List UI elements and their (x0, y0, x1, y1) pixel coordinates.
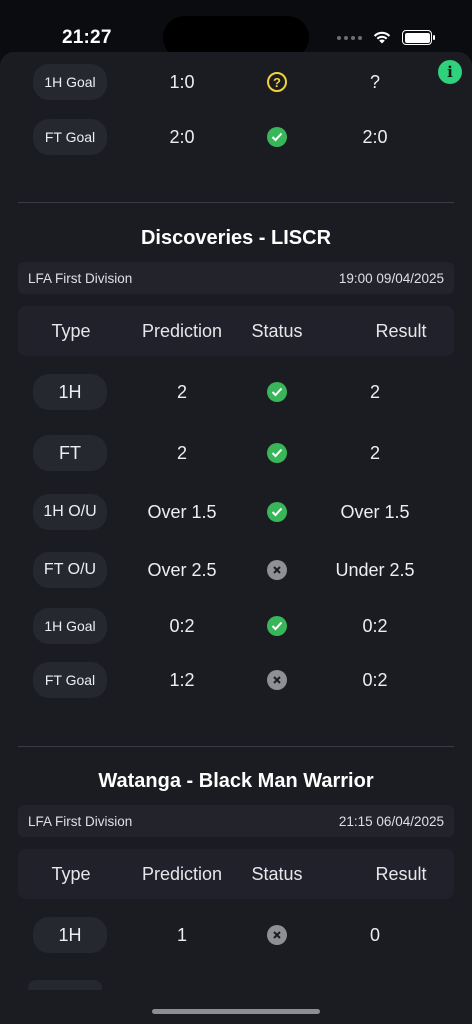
match-datetime: 21:15 06/04/2025 (338, 813, 444, 829)
prediction-value: 2 (176, 381, 187, 402)
prediction-row: FT Goal 1:2 0:2 (18, 655, 454, 705)
check-icon (267, 616, 287, 636)
result-value: Over 1.5 (340, 501, 410, 522)
type-pill: FT Goal (33, 119, 107, 155)
table-header: Type Prediction Status Result (18, 306, 454, 356)
result-value: 0 (369, 924, 380, 945)
prediction-value: 2 (176, 442, 187, 463)
prediction-row: 1H 2 2 (18, 367, 454, 417)
prediction-value: 2:0 (169, 126, 195, 147)
match-meta: LFA First Division 19:00 09/04/2025 (18, 262, 454, 294)
prediction-row: 1H Goal 1:0 ? ? (18, 57, 454, 107)
predictions-sheet[interactable]: i 1H Goal 1:0 ? ? FT Goal 2:0 2:0 Discov… (0, 52, 472, 1024)
column-header-status: Status (251, 863, 303, 884)
type-pill: FT Goal (33, 662, 107, 698)
prediction-row: FT O/U Over 2.5 Under 2.5 (18, 545, 454, 595)
section-divider (18, 746, 454, 747)
check-icon (267, 502, 287, 522)
column-header-type: Type (51, 863, 91, 884)
type-pill: 1H (33, 374, 107, 410)
type-pill: FT O/U (33, 552, 107, 588)
prediction-row: 1H O/U Over 1.5 Over 1.5 (18, 487, 454, 537)
match-meta: LFA First Division 21:15 06/04/2025 (18, 805, 454, 837)
home-indicator[interactable] (152, 1009, 320, 1014)
battery-icon (402, 30, 435, 45)
type-pill: 1H Goal (33, 608, 107, 644)
check-icon (267, 127, 287, 147)
section-divider (18, 202, 454, 203)
prediction-value: Over 1.5 (147, 501, 217, 522)
check-icon (267, 443, 287, 463)
prediction-row: FT 2 2 (18, 428, 454, 478)
table-header: Type Prediction Status Result (18, 849, 454, 899)
status-icons (337, 30, 435, 45)
match-title: Watanga - Black Man Warrior (98, 770, 374, 792)
question-icon: ? (267, 72, 287, 92)
prediction-row: 1H 1 0 (18, 910, 454, 960)
prediction-value: 1:0 (169, 71, 195, 92)
prediction-value: 0:2 (169, 615, 195, 636)
match-title: Discoveries - LISCR (140, 227, 332, 249)
type-pill: 1H (33, 917, 107, 953)
result-value: 2 (369, 442, 380, 463)
result-value: Under 2.5 (335, 559, 415, 580)
type-pill: 1H Goal (33, 64, 107, 100)
prediction-value: 1:2 (169, 669, 195, 690)
league-name: LFA First Division (28, 813, 133, 829)
prediction-row: 1H Goal 0:2 0:2 (18, 601, 454, 651)
column-header-type: Type (51, 320, 91, 341)
match-datetime: 19:00 09/04/2025 (338, 270, 444, 286)
type-pill-partial (28, 980, 102, 990)
status-time: 21:27 (62, 27, 112, 48)
result-value: 0:2 (362, 669, 388, 690)
cellular-signal-icon (337, 35, 362, 40)
type-pill: 1H O/U (33, 494, 107, 530)
column-header-prediction: Prediction (141, 863, 223, 884)
column-header-prediction: Prediction (141, 320, 223, 341)
x-icon (267, 670, 287, 690)
prediction-value: 1 (176, 924, 187, 945)
result-value: 2:0 (362, 126, 388, 147)
column-header-result: Result (375, 863, 427, 884)
result-value: 2 (369, 381, 380, 402)
status-bar: 21:27 (0, 0, 472, 59)
wifi-icon (373, 31, 391, 44)
result-value: ? (369, 71, 380, 92)
column-header-status: Status (251, 320, 303, 341)
x-icon (267, 560, 287, 580)
column-header-result: Result (375, 320, 427, 341)
result-value: 0:2 (362, 615, 388, 636)
x-icon (267, 925, 287, 945)
league-name: LFA First Division (28, 270, 133, 286)
prediction-row: FT Goal 2:0 2:0 (18, 112, 454, 162)
prediction-value: Over 2.5 (147, 559, 217, 580)
type-pill: FT (33, 435, 107, 471)
check-icon (267, 382, 287, 402)
